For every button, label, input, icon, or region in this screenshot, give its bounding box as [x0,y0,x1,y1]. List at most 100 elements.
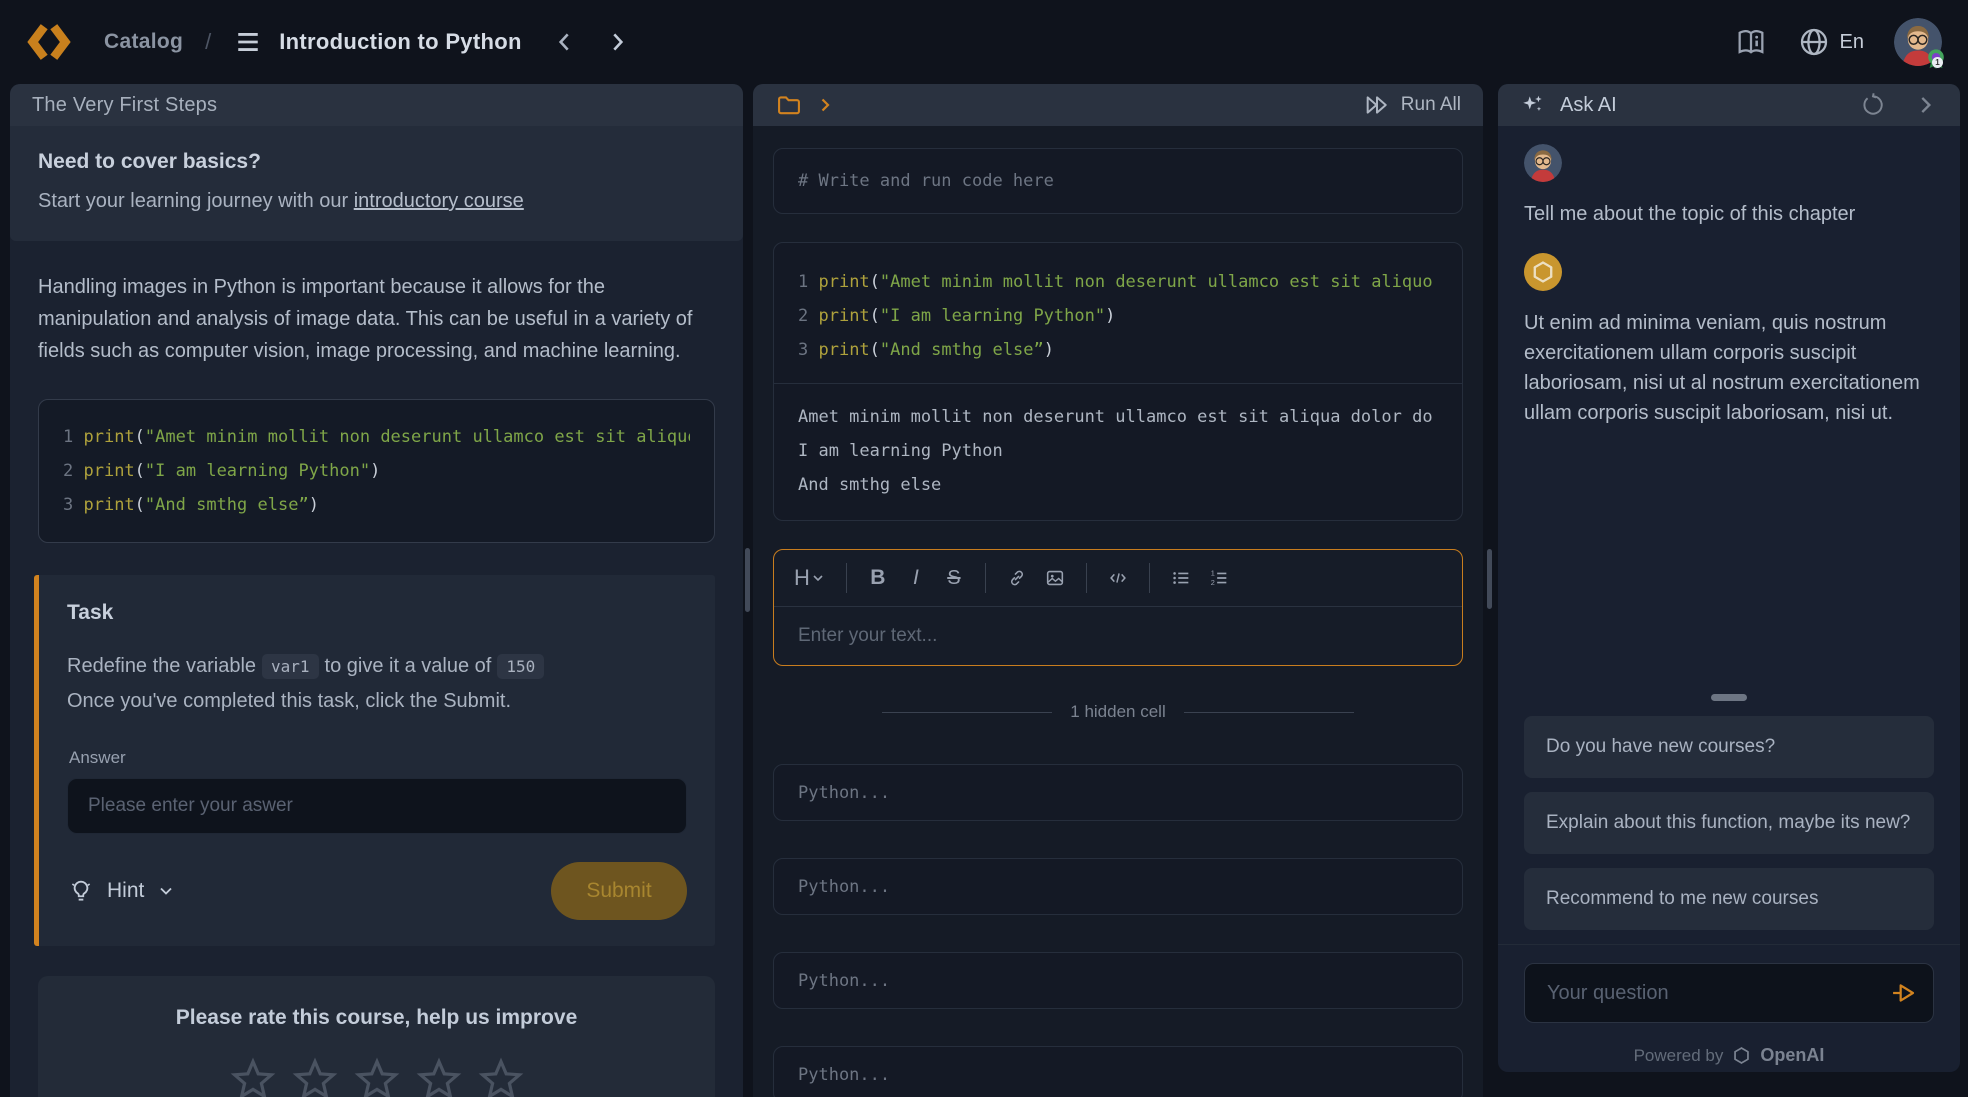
code-keyword: print [818,340,869,360]
text-editor: H B I S [773,549,1463,666]
code-line: 3 print("And smthg else”) [63,488,690,522]
task-line1: Redefine the variablevar1to give it a va… [67,649,687,684]
python-cell[interactable]: Python... [773,764,1463,821]
code-string: "And smthg else” [145,495,309,515]
left-panel-scrollbar[interactable] [745,548,750,612]
submit-button[interactable]: Submit [551,862,687,920]
app-logo-icon[interactable] [26,19,72,65]
strikethrough-button[interactable]: S [943,567,965,590]
bullet-list-icon [1170,567,1192,589]
collapse-chevron-right-icon[interactable] [1912,92,1938,118]
star-icon[interactable] [229,1056,277,1097]
answer-input[interactable] [67,778,687,834]
link-button[interactable] [1006,567,1028,589]
user-avatar[interactable]: 1 [1894,18,1942,66]
bold-button[interactable]: B [867,566,889,590]
suggestion-chip[interactable]: Recommend to me new courses [1524,868,1934,930]
star-icon[interactable] [353,1056,401,1097]
user-message: Tell me about the topic of this chapter [1524,199,1934,229]
python-cell[interactable]: Python... [773,858,1463,915]
intro-paragraph: Handling images in Python is important b… [38,271,715,367]
code-punct: ( [870,340,880,360]
chapter-panel: The Very First Steps Need to cover basic… [10,84,743,1097]
python-cell[interactable]: Python... [773,952,1463,1009]
notebook-panel: Run All # Write and run code here 1 prin… [753,84,1483,1097]
image-button[interactable] [1044,567,1066,589]
editor-input[interactable]: Enter your text... [774,607,1462,665]
badge-count: 1 [1932,57,1943,68]
code-string: "I am learning Python" [145,461,370,481]
docs-button[interactable] [1734,25,1768,59]
hidden-cells-divider[interactable]: 1 hidden cell [773,702,1463,722]
code-string: "Amet minim mollit non deserunt ullamco … [880,272,1433,292]
send-button[interactable] [1883,973,1923,1013]
suggestion-list: Do you have new courses? Explain about t… [1524,716,1934,944]
star-icon[interactable] [291,1056,339,1097]
question-input[interactable] [1545,981,1883,1006]
user-avatar-icon [1524,144,1562,182]
code-line: 2 print("I am learning Python") [798,299,1438,333]
code-string: "And smthg else” [880,340,1044,360]
hint-label: Hint [107,879,144,903]
ai-message: Ut enim ad minima veniam, quis nostrum e… [1524,308,1934,428]
code-punct: ( [870,306,880,326]
code-punct: ) [309,495,319,515]
value-chip: 150 [497,654,544,679]
code-punct: ( [135,495,145,515]
scratch-cell[interactable]: # Write and run code here [773,148,1463,214]
line-number: 2 [798,306,818,326]
line-number: 1 [798,272,818,292]
language-label: En [1840,31,1864,54]
code-button[interactable] [1107,567,1129,589]
code-punct: ) [1105,306,1115,326]
intro-course-link[interactable]: introductory course [354,190,524,212]
code-keyword: print [83,495,134,515]
code-keyword: print [83,427,134,447]
run-all-button[interactable]: Run All [1363,91,1461,119]
toolbar-divider [1086,563,1087,593]
star-rating [58,1056,695,1097]
code-line: 1 print("Amet minim mollit non deserunt … [798,265,1438,299]
hint-button[interactable]: Hint [67,877,176,905]
italic-button[interactable]: I [905,566,927,590]
chevron-left-icon [552,29,578,55]
resize-handle[interactable] [1711,694,1747,701]
prev-chapter-button[interactable] [550,27,580,57]
code-cell: 1 print("Amet minim mollit non deserunt … [773,242,1463,521]
breadcrumb-catalog[interactable]: Catalog [104,30,183,54]
openai-logo-icon [1731,1045,1752,1066]
language-switcher[interactable]: En [1798,26,1864,58]
divider-line [882,712,1052,713]
star-icon[interactable] [477,1056,525,1097]
basics-text-prefix: Start your learning journey with our [38,190,354,212]
rating-title: Please rate this course, help us improve [58,1006,695,1030]
code-cell-editor[interactable]: 1 print("Amet minim mollit non deserunt … [774,243,1462,383]
task-description: Redefine the variablevar1to give it a va… [67,649,687,718]
chat-history: Tell me about the topic of this chapter … [1498,126,1960,428]
svg-text:2: 2 [1211,578,1215,587]
next-chapter-button[interactable] [602,27,632,57]
code-line: 1 print("Amet minim mollit non deserunt … [63,420,690,454]
chevron-down-icon [156,881,176,901]
numbered-list-button[interactable]: 1 2 [1208,567,1230,589]
refresh-icon[interactable] [1860,92,1886,118]
run-all-label: Run All [1401,94,1461,116]
notebook-scrollbar[interactable] [1487,549,1492,609]
heading-button[interactable]: H [794,565,826,591]
var-chip: var1 [262,654,319,679]
code-string: "I am learning Python" [880,306,1105,326]
bullet-list-button[interactable] [1170,567,1192,589]
task-card: Task Redefine the variablevar1to give it… [34,575,715,946]
code-punct: ) [1044,340,1054,360]
folder-icon[interactable] [775,91,803,119]
image-icon [1044,567,1066,589]
code-string: "Amet minim mollit non deserunt ullamco … [145,427,690,447]
python-cell[interactable]: Python... [773,1046,1463,1097]
suggestion-chip[interactable]: Explain about this function, maybe its n… [1524,792,1934,854]
star-icon[interactable] [415,1056,463,1097]
basics-text: Start your learning journey with our int… [38,190,715,213]
output-line: And smthg else [798,468,1438,502]
heading-label: H [794,565,810,591]
suggestion-chip[interactable]: Do you have new courses? [1524,716,1934,778]
hamburger-icon[interactable] [233,29,263,55]
